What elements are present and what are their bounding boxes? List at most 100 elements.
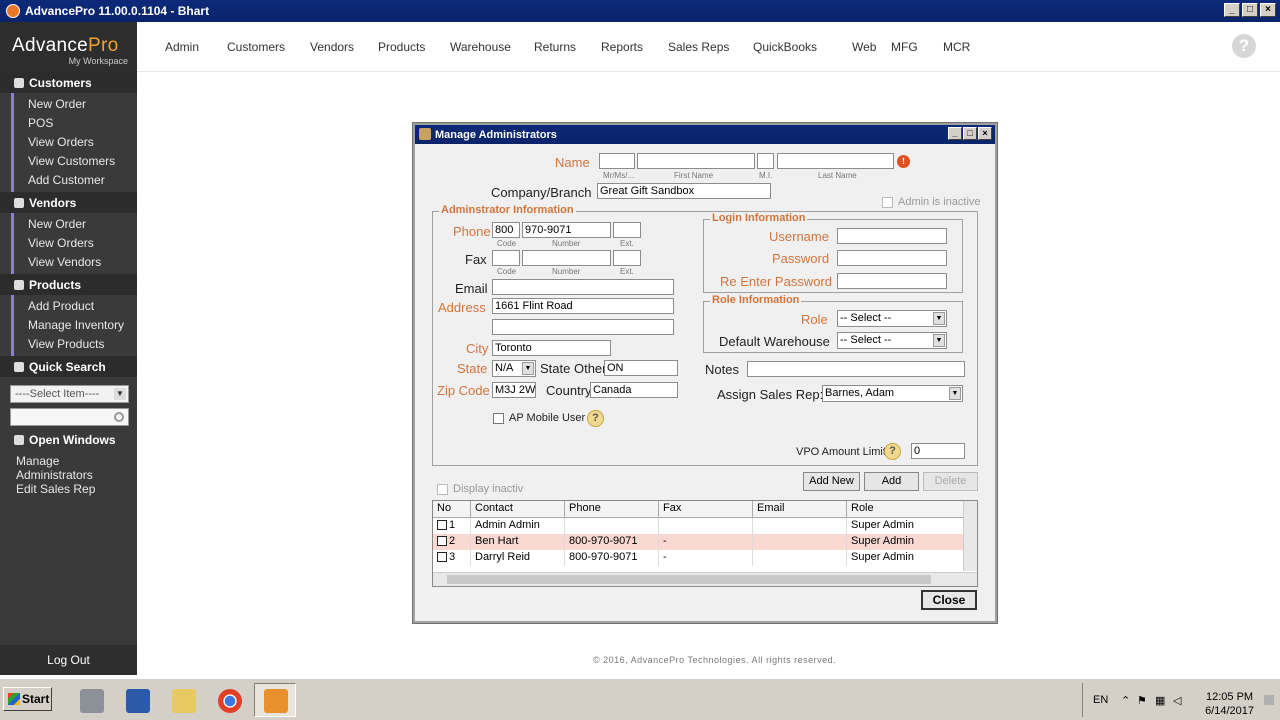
taskbar-server-manager[interactable] (70, 683, 112, 717)
clock[interactable]: 12:05 PM 6/14/2017 (1205, 690, 1254, 718)
fax-number-field[interactable] (522, 250, 611, 266)
sidebar-item-add-customer[interactable]: Add Customer (14, 171, 137, 190)
col-fax[interactable]: Fax (659, 501, 753, 517)
phone-code-field[interactable]: 800 (492, 222, 520, 238)
taskbar-powershell[interactable] (116, 683, 158, 717)
reenter-password-field[interactable] (837, 273, 947, 289)
address-line1-field[interactable]: 1661 Flint Road (492, 298, 674, 314)
show-desktop-icon[interactable] (1264, 695, 1274, 705)
nav-quickbooks[interactable]: QuickBooks (753, 40, 852, 54)
sidebar-section-customers[interactable]: Customers (0, 72, 137, 93)
col-phone[interactable]: Phone (565, 501, 659, 517)
zip-code-field[interactable]: M3J 2W8 (492, 382, 536, 398)
nav-mfg[interactable]: MFG (891, 40, 943, 54)
add-button[interactable]: Add (864, 472, 919, 491)
sidebar-item-view-products[interactable]: View Products (14, 335, 137, 354)
row-checkbox[interactable] (437, 536, 447, 547)
nav-reports[interactable]: Reports (601, 40, 668, 54)
add-new-button[interactable]: Add New (803, 472, 860, 491)
taskbar-advancepro[interactable] (254, 683, 296, 717)
minimize-button[interactable]: _ (1224, 3, 1240, 17)
ap-mobile-help-icon[interactable]: ? (587, 410, 604, 427)
close-window-button[interactable]: × (1260, 3, 1276, 17)
vpo-help-icon[interactable]: ? (884, 443, 901, 460)
delete-button[interactable]: Delete (923, 472, 978, 491)
open-window-edit-sales-rep[interactable]: Edit Sales Rep (16, 482, 137, 496)
nav-vendors[interactable]: Vendors (310, 40, 378, 54)
volume-icon[interactable]: ◁ (1173, 694, 1181, 707)
sidebar-item-view-customers[interactable]: View Customers (14, 152, 137, 171)
notes-field[interactable] (747, 361, 965, 377)
dialog-minimize-button[interactable]: _ (948, 127, 962, 140)
nav-mcr[interactable]: MCR (943, 40, 983, 54)
taskbar-explorer[interactable] (162, 683, 204, 717)
fax-ext-field[interactable] (613, 250, 641, 266)
country-field[interactable]: Canada (590, 382, 678, 398)
logout-button[interactable]: Log Out (0, 645, 137, 675)
dialog-maximize-button[interactable]: □ (963, 127, 977, 140)
quick-search-input[interactable] (10, 408, 129, 426)
display-inactive-checkbox[interactable] (437, 484, 448, 495)
username-field[interactable] (837, 228, 947, 244)
close-button[interactable]: Close (921, 590, 977, 610)
help-icon[interactable]: ? (1232, 34, 1256, 58)
table-vertical-scrollbar[interactable] (963, 501, 977, 571)
sidebar-item-pos[interactable]: POS (14, 114, 137, 133)
nav-warehouse[interactable]: Warehouse (450, 40, 534, 54)
city-field[interactable]: Toronto (492, 340, 611, 356)
sidebar-item-view-orders[interactable]: View Orders (14, 133, 137, 152)
fax-code-field[interactable] (492, 250, 520, 266)
col-no[interactable]: No (433, 501, 471, 517)
sidebar-section-vendors[interactable]: Vendors (0, 192, 137, 213)
table-horizontal-scrollbar[interactable] (433, 572, 977, 586)
table-row[interactable]: 2 Ben Hart 800-970-9071 - Super Admin (433, 534, 977, 550)
assign-sales-rep-select[interactable]: Barnes, Adam ▼ (822, 385, 963, 402)
nav-products[interactable]: Products (378, 40, 450, 54)
sidebar-item-vendor-view-orders[interactable]: View Orders (14, 234, 137, 253)
table-row[interactable]: 1 Admin Admin Super Admin (433, 518, 977, 534)
col-contact[interactable]: Contact (471, 501, 565, 517)
sidebar-item-vendor-new-order[interactable]: New Order (14, 215, 137, 234)
last-name-field[interactable] (777, 153, 894, 169)
language-indicator[interactable]: EN (1093, 694, 1108, 706)
name-prefix-field[interactable] (599, 153, 635, 169)
first-name-field[interactable] (637, 153, 755, 169)
maximize-button[interactable]: □ (1242, 3, 1258, 17)
table-row[interactable]: 3 Darryl Reid 800-970-9071 - Super Admin (433, 550, 977, 566)
open-window-manage-administrators[interactable]: Manage Administrators (16, 454, 137, 482)
sidebar-section-products[interactable]: Products (0, 274, 137, 295)
taskbar-chrome[interactable] (208, 683, 250, 717)
row-checkbox[interactable] (437, 520, 447, 531)
default-warehouse-select[interactable]: -- Select -- ▼ (837, 332, 947, 349)
sidebar-item-add-product[interactable]: Add Product (14, 297, 137, 316)
col-role[interactable]: Role (847, 501, 965, 517)
sidebar-item-manage-inventory[interactable]: Manage Inventory (14, 316, 137, 335)
network-icon[interactable]: ▦ (1155, 694, 1165, 707)
start-button[interactable]: Start (3, 687, 52, 711)
company-branch-field[interactable]: Great Gift Sandbox (597, 183, 771, 199)
row-checkbox[interactable] (437, 552, 447, 563)
nav-customers[interactable]: Customers (227, 40, 310, 54)
quick-search-select[interactable]: ----Select Item---- ▼ (10, 385, 129, 403)
state-select[interactable]: N/A ▼ (492, 360, 536, 377)
phone-ext-field[interactable] (613, 222, 641, 238)
role-select[interactable]: -- Select -- ▼ (837, 310, 947, 327)
col-email[interactable]: Email (753, 501, 847, 517)
flag-icon[interactable]: ⚑ (1137, 694, 1147, 707)
password-field[interactable] (837, 250, 947, 266)
nav-returns[interactable]: Returns (534, 40, 601, 54)
ap-mobile-user-checkbox[interactable] (493, 413, 504, 424)
state-other-field[interactable]: ON (604, 360, 678, 376)
sidebar-item-new-order[interactable]: New Order (14, 95, 137, 114)
dialog-close-icon[interactable]: × (978, 127, 992, 140)
nav-web[interactable]: Web (852, 40, 891, 54)
middle-initial-field[interactable] (757, 153, 774, 169)
admin-inactive-checkbox[interactable] (882, 197, 893, 208)
email-field[interactable] (492, 279, 674, 295)
tray-expand-icon[interactable]: ⌃ (1121, 694, 1130, 707)
magnifier-icon[interactable] (114, 412, 124, 422)
address-line2-field[interactable] (492, 319, 674, 335)
vpo-amount-field[interactable]: 0 (911, 443, 965, 459)
phone-number-field[interactable]: 970-9071 (522, 222, 611, 238)
nav-admin[interactable]: Admin (165, 40, 227, 54)
